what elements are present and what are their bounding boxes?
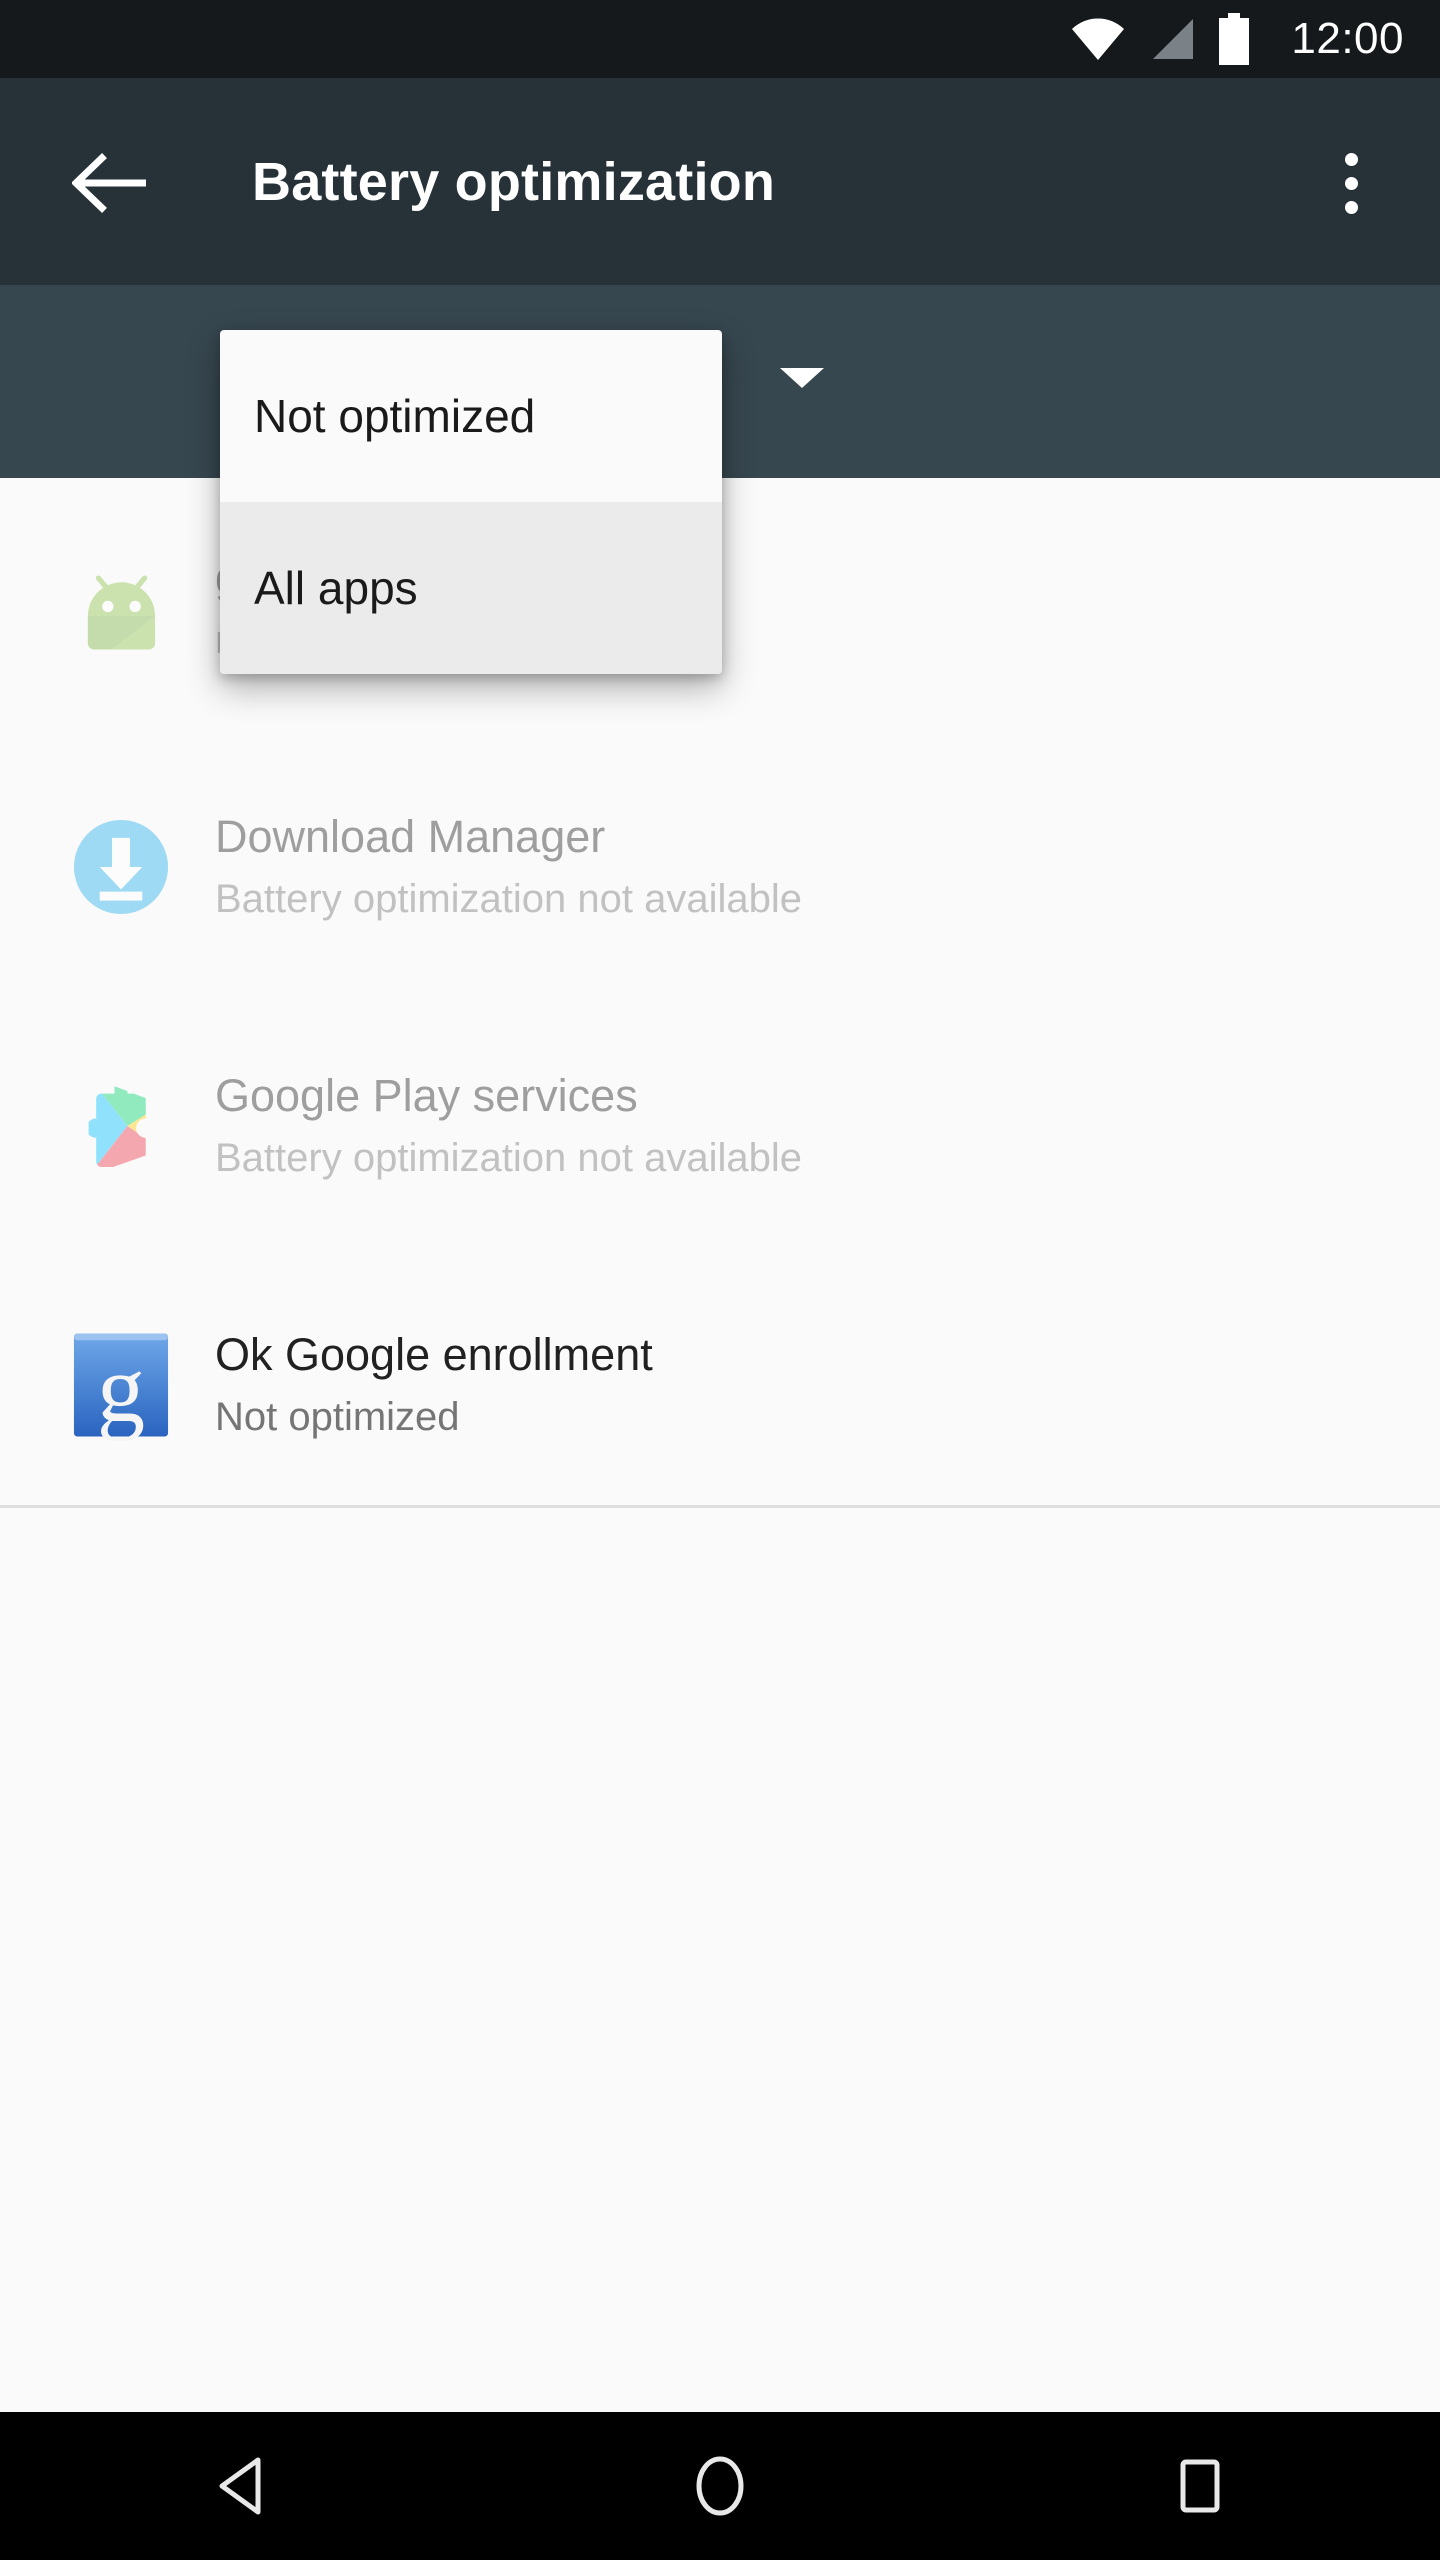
list-divider — [0, 1505, 1440, 1508]
back-button[interactable] — [56, 128, 166, 238]
list-item-title: Download Manager — [215, 811, 606, 863]
nav-recents-icon — [1180, 2459, 1220, 2513]
list-item[interactable]: Google Play services Battery optimizatio… — [0, 996, 1440, 1255]
nav-back-icon — [219, 2457, 261, 2515]
overflow-menu-button[interactable] — [1296, 128, 1406, 238]
app-toolbar: Battery optimization — [0, 78, 1440, 285]
overflow-dot — [1344, 200, 1358, 214]
google-play-services-icon — [60, 1072, 182, 1180]
dropdown-caret-icon[interactable] — [780, 368, 824, 388]
cellular-signal-icon — [1153, 19, 1194, 59]
list-item-subtitle: Not optimized — [215, 1394, 460, 1439]
back-arrow-icon — [72, 153, 146, 213]
android-screen: 12:00 Battery optimization Download Mana… — [0, 0, 1440, 2560]
list-item-subtitle: Battery optimization not available — [215, 876, 802, 921]
list-item-title: Google Play services — [215, 1070, 638, 1122]
nav-recents-button[interactable] — [1115, 2412, 1285, 2560]
battery-icon — [1219, 13, 1250, 65]
nav-home-icon — [696, 2456, 744, 2516]
list-item-text: Google Play services Battery optimizatio… — [215, 1069, 802, 1181]
dropdown-item-all-apps[interactable]: All apps — [220, 502, 722, 674]
filter-dropdown-menu: Not optimized All apps — [220, 330, 722, 674]
status-icon-group: 12:00 — [1071, 13, 1404, 65]
list-item-text: Ok Google enrollment Not optimized — [215, 1328, 653, 1440]
nav-home-button[interactable] — [635, 2412, 805, 2560]
overflow-dot — [1344, 176, 1358, 190]
list-item-text: Download Manager Battery optimization no… — [215, 810, 802, 922]
list-item[interactable]: Download Manager Battery optimization no… — [0, 737, 1440, 996]
status-bar-clock: 12:00 — [1291, 14, 1404, 63]
page-title: Battery optimization — [252, 151, 776, 212]
google-g-icon: g — [60, 1329, 182, 1441]
list-item[interactable]: g Ok Google enrollment Not optimized — [0, 1255, 1440, 1514]
list-item-title: Ok Google enrollment — [215, 1329, 653, 1381]
android-mascot-icon — [60, 555, 182, 660]
app-list: g Service not available Download Manager… — [0, 478, 1440, 2412]
nav-back-button[interactable] — [155, 2412, 325, 2560]
wifi-icon — [1072, 18, 1125, 60]
navigation-bar — [0, 2412, 1440, 2560]
svg-text:g: g — [97, 1334, 145, 1440]
status-bar: 12:00 — [0, 0, 1440, 78]
dropdown-item-not-optimized[interactable]: Not optimized — [220, 330, 722, 502]
list-item-subtitle: Battery optimization not available — [215, 1135, 802, 1180]
overflow-dot — [1344, 152, 1358, 166]
download-manager-icon — [60, 811, 182, 923]
